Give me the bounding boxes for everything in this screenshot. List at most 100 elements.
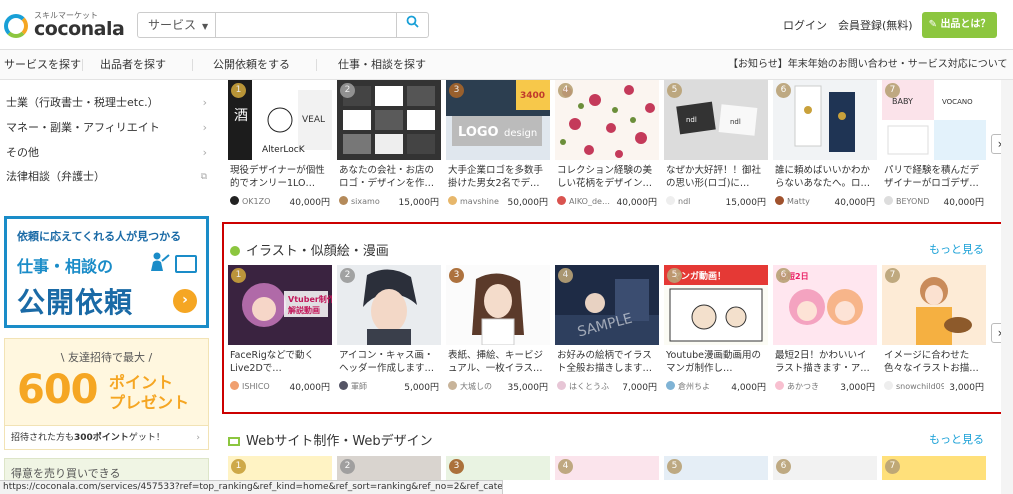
card-title: FaceRigなどで動くLive2Dで…	[230, 350, 315, 374]
service-card[interactable]: 3400 LOGO design 3 大手企業ロゴを多数手掛けた男女2名でデ… ma…	[446, 80, 550, 210]
rank-badge: 2	[340, 459, 355, 474]
search-category-select[interactable]: サービス ▼	[138, 13, 216, 37]
card-price: 5,000円	[404, 383, 439, 393]
card-price: 3,000円	[949, 383, 984, 393]
rank-badge: 5	[667, 459, 682, 474]
avatar	[666, 381, 675, 390]
service-card[interactable]: 7 イメージに合わせた色々なイラストお描… snowchild09 3,000円	[882, 265, 986, 395]
site-header: スキルマーケット coconala サービス ▼ ログイン 会員登録(無料) ✎ …	[0, 0, 1013, 50]
avatar	[230, 381, 239, 390]
avatar	[666, 196, 675, 205]
sidebar-category-other[interactable]: その他 ›	[6, 142, 211, 164]
register-link[interactable]: 会員登録(無料)	[838, 17, 913, 33]
service-card[interactable]: BABY VOCANO 7 パリで経験を積んだデザイナーがロゴデザ… BEYOND…	[882, 80, 986, 210]
svg-text:酒: 酒	[234, 108, 248, 124]
web-row: 1 2 3 4 5 6 7	[228, 456, 990, 480]
rank-badge: 6	[776, 268, 791, 283]
sidebar-category-cutoff[interactable]	[6, 68, 211, 76]
web-more-link[interactable]: もっと見る	[929, 431, 984, 447]
coconala-logo[interactable]: スキルマーケット coconala	[4, 6, 125, 44]
banner-third-text: 得意を売り買いできる	[11, 467, 121, 480]
avatar	[339, 381, 348, 390]
rank-badge: 1	[231, 459, 246, 474]
rank-badge: 4	[558, 268, 573, 283]
svg-text:AlterLocK: AlterLocK	[262, 145, 306, 155]
svg-text:VEAL: VEAL	[302, 115, 325, 125]
nav-find-jobs[interactable]: 仕事・相談を探す	[338, 50, 426, 80]
avatar	[557, 381, 566, 390]
avatar	[448, 196, 457, 205]
illustration-row: Vtuber制作 解説動画 1 FaceRigなどで動くLive2Dで… ISHI…	[228, 265, 990, 400]
public-request-banner[interactable]: 依頼に応えてくれる人が見つかる 仕事・相談の 公開依頼 ›	[4, 216, 209, 328]
svg-text:design: design	[504, 128, 537, 139]
service-card[interactable]: Vtuber制作 解説動画 1 FaceRigなどで動くLive2Dで… ISHI…	[228, 265, 332, 395]
card-title: お好みの絵柄でイラスト全般お描きします…	[557, 350, 653, 374]
chevron-right-icon: ›	[202, 146, 207, 159]
card-seller: 倉州ちよ	[666, 381, 726, 392]
card-seller: あかつき	[775, 381, 835, 392]
card-title: 大手企業ロゴを多数手掛けた男女2名でデ…	[448, 165, 544, 189]
service-card[interactable]: 1	[228, 456, 332, 480]
card-price: 35,000円	[507, 383, 549, 393]
rank-badge: 1	[231, 83, 246, 98]
login-link[interactable]: ログイン	[783, 17, 827, 33]
rank-badge: 6	[776, 83, 791, 98]
card-seller: mavshine	[448, 196, 508, 206]
invite-friend-banner[interactable]: \ 友達招待で最大 / 600 ポイント プレゼント 招待された方も300ポイント…	[4, 338, 209, 450]
service-card[interactable]: 酒 VEAL AlterLocK 1 現役デザイナーが個性的でオンリー1LO… OK…	[228, 80, 332, 210]
card-seller: Matty	[775, 196, 835, 206]
service-card[interactable]: 6	[773, 456, 877, 480]
service-card[interactable]: SAMPLE 4 お好みの絵柄でイラスト全般お描きします… はくとうふ 7,00…	[555, 265, 659, 395]
status-bar-url: https://coconala.com/services/457533?ref…	[0, 480, 503, 494]
service-card[interactable]: 4 コレクション経験の美しい花柄をデザイン… AIKO_de… 40,000円	[555, 80, 659, 210]
card-seller: 軍師	[339, 381, 399, 392]
service-card[interactable]: 2 アイコン・キャス画・ヘッダー作成します… 軍師 5,000円	[337, 265, 441, 395]
notice-link[interactable]: 【お知らせ】年末年始のお問い合わせ・サービス対応について	[728, 50, 1008, 80]
svg-text:ndl: ndl	[686, 116, 697, 124]
rank-badge: 2	[340, 268, 355, 283]
rank-badge: 7	[885, 83, 900, 98]
service-card[interactable]: 4	[555, 456, 659, 480]
service-card[interactable]: 7	[882, 456, 986, 480]
person-icon	[149, 251, 171, 273]
banner-invite-top: \ 友達招待で最大 /	[60, 351, 153, 364]
chevron-right-icon: ›	[202, 96, 207, 109]
document-icon	[175, 255, 197, 273]
service-card[interactable]: 3	[446, 456, 550, 480]
card-price: 15,000円	[725, 198, 767, 208]
search-icon[interactable]	[396, 13, 428, 37]
logo-design-row: 酒 VEAL AlterLocK 1 現役デザイナーが個性的でオンリー1LO… OK…	[228, 80, 990, 212]
banner-invite-number: 600	[17, 367, 98, 413]
avatar	[775, 196, 784, 205]
search-input[interactable]	[216, 13, 398, 37]
service-card[interactable]: ndl ndl 5 なぜか大好評！！御社の思い形(ロゴ)に… ndl 15,000…	[664, 80, 768, 210]
what-is-selling-button[interactable]: ✎ 出品とは？	[922, 12, 997, 38]
nav-divider	[316, 59, 317, 71]
card-seller: はくとうふ	[557, 381, 617, 392]
avatar	[339, 196, 348, 205]
sidebar-category-lawyer[interactable]: 法律相談（弁護士） ⧉	[6, 166, 211, 188]
page-scrollbar[interactable]	[1001, 80, 1013, 494]
palette-icon	[230, 246, 240, 256]
svg-text:解説動画: 解説動画	[288, 305, 320, 315]
card-title: アイコン・キャス画・ヘッダー作成します…	[339, 350, 435, 374]
sidebar-category-label: マネー・副業・アフィリエイト	[6, 121, 160, 134]
service-card[interactable]: 2	[337, 456, 441, 480]
nav-post-request[interactable]: 公開依頼をする	[213, 50, 290, 80]
sidebar-category-money[interactable]: マネー・副業・アフィリエイト ›	[6, 117, 211, 139]
banner-request-mid: 仕事・相談の	[17, 257, 114, 276]
sidebar-category-legal-professions[interactable]: 士業（行政書士・税理士etc.） ›	[6, 92, 211, 114]
card-title: なぜか大好評！！御社の思い形(ロゴ)に…	[666, 165, 762, 189]
arrow-right-icon: ›	[173, 289, 197, 313]
card-price: 4,000円	[731, 383, 766, 393]
illustration-more-link[interactable]: もっと見る	[929, 241, 984, 257]
banner-invite-points: ポイント プレゼント	[109, 373, 190, 412]
monitor-icon	[228, 437, 240, 446]
service-card[interactable]: 3 表紙、挿絵、キービジュアル、一枚イラス… 大城しの 35,000円	[446, 265, 550, 395]
service-card[interactable]: 最短2日 6 最短2日！かわいいイラスト描きます・ア… あかつき 3,000円	[773, 265, 877, 395]
card-seller: sixamo	[339, 196, 399, 206]
service-card[interactable]: 6 誰に頼めばいいかわからないあなたへ。ロ… Matty 40,000円	[773, 80, 877, 210]
service-card[interactable]: 5	[664, 456, 768, 480]
service-card[interactable]: 2 あなたの会社・お店のロゴ・デザインを作… sixamo 15,000円	[337, 80, 441, 210]
service-card[interactable]: マンガ動画！ 5 Youtube漫画動画用のマンガ制作し… 倉州ちよ 4,000…	[664, 265, 768, 395]
